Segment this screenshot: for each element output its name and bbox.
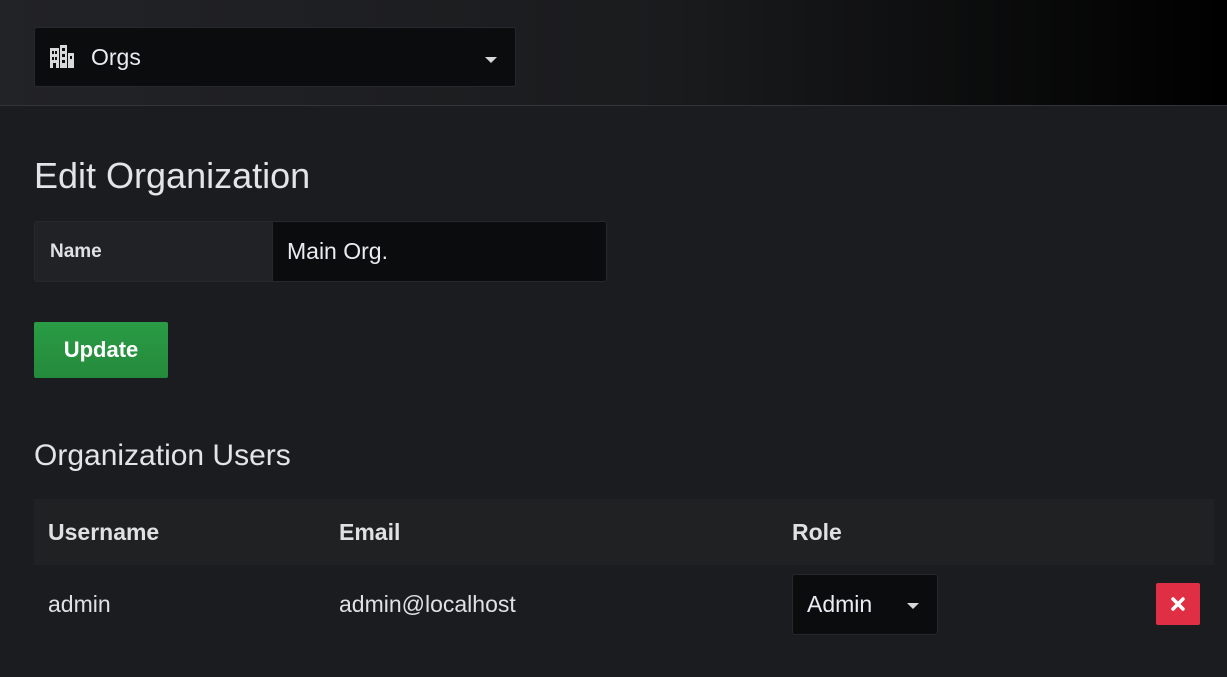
column-header-email: Email	[339, 518, 401, 545]
update-button[interactable]: Update	[34, 322, 168, 378]
role-select[interactable]: Admin	[792, 573, 938, 635]
remove-user-button[interactable]	[1156, 583, 1200, 625]
organization-users-table: Username Email Role admin admin@localhos…	[34, 499, 1214, 643]
name-label: Name	[34, 221, 272, 282]
column-header-actions	[1058, 499, 1214, 565]
column-header-role: Role	[792, 518, 842, 545]
name-field-row: Name	[34, 221, 607, 282]
user-username: admin	[48, 590, 111, 617]
chevron-down-icon	[907, 602, 919, 609]
chevron-down-icon	[485, 57, 497, 63]
role-select-value: Admin	[807, 590, 873, 617]
page-title: Edit Organization	[34, 155, 311, 196]
user-email: admin@localhost	[339, 590, 516, 617]
orgs-dropdown-label: Orgs	[91, 43, 141, 70]
table-header-row: Username Email Role	[34, 499, 1214, 565]
column-header-username: Username	[48, 518, 160, 545]
table-row: admin admin@localhost Admin	[34, 565, 1214, 643]
close-icon	[1171, 597, 1185, 611]
org-name-input[interactable]	[272, 221, 607, 282]
organization-users-heading: Organization Users	[34, 439, 291, 472]
orgs-dropdown[interactable]: Orgs	[34, 27, 516, 87]
top-header: Orgs	[0, 0, 1227, 106]
building-icon	[48, 44, 76, 70]
